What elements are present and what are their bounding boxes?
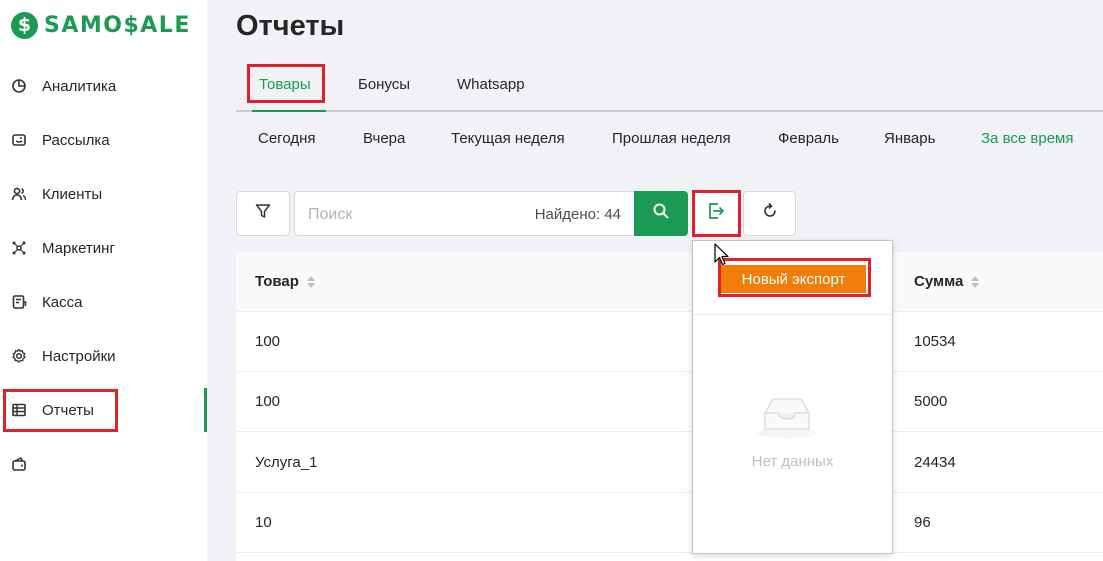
column-header-product[interactable]: Товар xyxy=(255,273,315,290)
table-row: 10 96 xyxy=(236,493,1103,553)
highlight-box xyxy=(718,258,871,297)
tab-bonuses[interactable]: Бонусы xyxy=(358,76,410,93)
cell-product: 10 xyxy=(255,514,272,531)
search-button[interactable] xyxy=(634,191,688,236)
cell-sum: 5000 xyxy=(914,393,948,410)
sidebar-item-analytics[interactable]: Аналитика xyxy=(0,66,207,106)
divider xyxy=(693,314,892,315)
products-table: Товар Сумма 100 10534 100 5000 Услуга_1 … xyxy=(236,252,1103,561)
network-icon xyxy=(10,239,28,257)
empty-inbox-icon xyxy=(755,391,819,444)
cell-sum: 24434 xyxy=(914,454,956,471)
sort-icon[interactable] xyxy=(306,275,315,288)
period-all-time[interactable]: За все время xyxy=(981,130,1073,147)
filter-icon xyxy=(254,202,272,225)
active-tab-underline xyxy=(252,110,326,112)
logo-mark: $ xyxy=(11,11,38,39)
tab-whatsapp[interactable]: Whatsapp xyxy=(457,76,525,93)
found-count: Найдено: 44 xyxy=(534,206,621,223)
column-title: Сумма xyxy=(914,273,964,290)
highlight-box xyxy=(692,190,741,237)
sidebar-item-wallet[interactable] xyxy=(0,444,207,484)
sidebar-item-label: Клиенты xyxy=(42,185,103,203)
period-january[interactable]: Январь xyxy=(884,130,935,147)
search-input[interactable] xyxy=(308,204,508,226)
cell-product: Услуга_1 xyxy=(255,454,318,471)
active-indicator xyxy=(204,388,207,432)
report-tabs: Товары Бонусы Whatsapp xyxy=(236,60,1103,112)
cash-register-icon xyxy=(10,293,28,311)
period-today[interactable]: Сегодня xyxy=(258,130,316,147)
table-header: Товар Сумма xyxy=(236,252,1103,312)
sidebar-item-label: Аналитика xyxy=(42,77,117,95)
search-box: Найдено: 44 xyxy=(294,191,636,236)
cell-product: 100 xyxy=(255,393,281,410)
users-icon xyxy=(10,185,28,203)
table-row: 100 10534 xyxy=(236,312,1103,372)
search-icon xyxy=(652,202,670,225)
sidebar-item-label: Настройки xyxy=(42,347,116,365)
logo-text: SAMO$ALE xyxy=(44,12,191,38)
mail-icon xyxy=(10,131,28,149)
column-title: Товар xyxy=(255,273,299,290)
sidebar-item-label: Маркетинг xyxy=(42,239,115,257)
sidebar-item-settings[interactable]: Настройки xyxy=(0,336,207,376)
brand-logo[interactable]: $ SAMO$ALE xyxy=(11,11,191,39)
pie-chart-icon xyxy=(10,77,28,95)
period-current-week[interactable]: Текущая неделя xyxy=(451,130,565,147)
empty-state-text: Нет данных xyxy=(751,453,834,470)
gear-icon xyxy=(10,347,28,365)
sidebar-item-mailing[interactable]: Рассылка xyxy=(0,120,207,160)
filter-button[interactable] xyxy=(236,191,290,236)
sidebar-item-marketing[interactable]: Маркетинг xyxy=(0,228,207,268)
cell-sum: 10534 xyxy=(914,333,956,350)
table-row: Услуга_1 24434 xyxy=(236,433,1103,493)
sidebar-item-cashbox[interactable]: Касса xyxy=(0,282,207,322)
column-header-sum[interactable]: Сумма xyxy=(914,273,980,290)
wallet-icon xyxy=(10,455,28,473)
period-last-week[interactable]: Прошлая неделя xyxy=(612,130,731,147)
mouse-cursor-icon xyxy=(714,243,730,272)
cell-sum: 96 xyxy=(914,514,931,531)
period-february[interactable]: Февраль xyxy=(778,130,839,147)
sidebar: $ SAMO$ALE Аналитика Рассылка Клиенты Ма… xyxy=(0,0,207,561)
highlight-box xyxy=(3,389,118,432)
page-title: Отчеты xyxy=(236,10,345,42)
period-yesterday[interactable]: Вчера xyxy=(363,130,405,147)
sidebar-item-clients[interactable]: Клиенты xyxy=(0,174,207,214)
cell-product: 100 xyxy=(255,333,281,350)
highlight-box xyxy=(247,64,325,103)
sort-icon[interactable] xyxy=(971,275,980,288)
sidebar-item-label: Рассылка xyxy=(42,131,110,149)
refresh-icon xyxy=(761,202,779,225)
refresh-button[interactable] xyxy=(743,191,796,236)
table-row: 100 5000 xyxy=(236,372,1103,432)
sidebar-item-label: Касса xyxy=(42,293,83,311)
